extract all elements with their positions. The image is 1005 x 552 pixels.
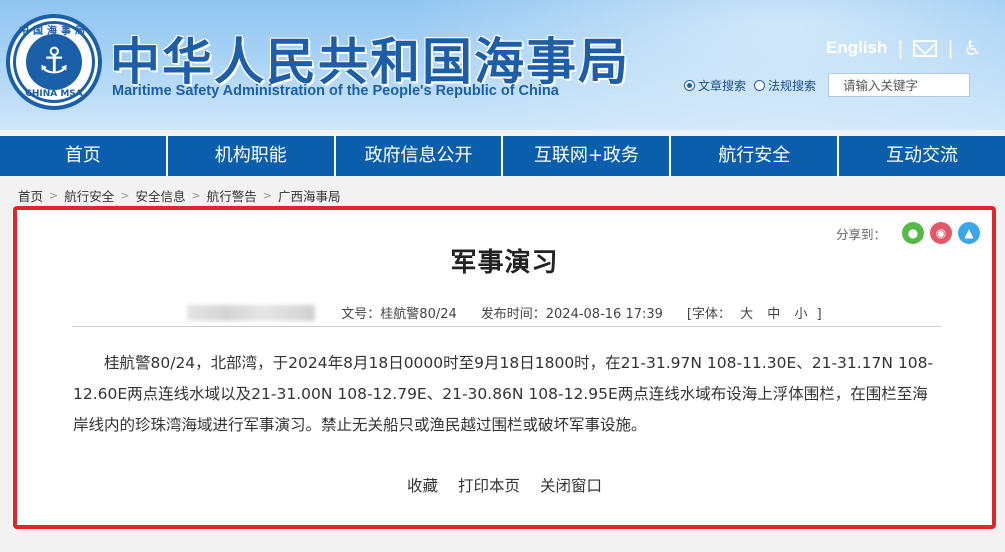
main-nav: 首页 机构职能 政府信息公开 互联网+政务 航行安全 互动交流 xyxy=(0,136,1005,176)
site-header: 中国海事局 ⚓ CHINA MSA 中华人民共和国海事局 Maritime Sa… xyxy=(0,0,1005,130)
article-meta: 文号：桂航警80/24 发布时间：2024-08-16 17:39 [字体： 大… xyxy=(17,303,992,322)
favorite-button[interactable]: 收藏 xyxy=(407,474,438,496)
doc-number: 文号：桂航警80/24 xyxy=(341,307,457,322)
msa-logo[interactable]: 中国海事局 ⚓ CHINA MSA xyxy=(6,14,102,110)
article-actions: 收藏 打印本页 关闭窗口 xyxy=(17,474,992,496)
font-small-button[interactable]: 小 xyxy=(794,307,807,322)
breadcrumb-item[interactable]: 航行安全 xyxy=(64,186,114,205)
logo-emblem: ⚓ xyxy=(26,34,82,90)
article-card: 分享到： ● ◉ ▲ 军事演习 文号：桂航警80/24 发布时间：2024-08… xyxy=(13,206,996,529)
font-size-control: [字体： 大 中 小 ] xyxy=(687,303,822,322)
close-window-button[interactable]: 关闭窗口 xyxy=(540,474,602,496)
font-label-open: [字体： xyxy=(686,307,731,322)
wechat-icon[interactable]: ● xyxy=(902,222,924,244)
share-label: 分享到： xyxy=(835,226,886,242)
site-subtitle: Maritime Safety Administration of the Pe… xyxy=(112,83,559,99)
mail-icon[interactable] xyxy=(913,39,938,57)
radio-selected-icon xyxy=(684,79,695,91)
search-input[interactable] xyxy=(828,73,971,97)
nav-item-gov-info[interactable]: 政府信息公开 xyxy=(336,136,504,176)
anchor-icon: ⚓ xyxy=(37,41,71,82)
breadcrumb-separator: > xyxy=(262,189,272,202)
print-button[interactable]: 打印本页 xyxy=(458,474,520,496)
logo-bottom-text: CHINA MSA xyxy=(25,89,83,99)
font-large-button[interactable]: 大 xyxy=(740,307,753,322)
weibo-icon[interactable]: ◉ xyxy=(930,222,952,244)
publish-time: 发布时间：2024-08-16 17:39 xyxy=(480,307,663,322)
breadcrumb-item[interactable]: 安全信息 xyxy=(135,186,185,205)
nav-item-functions[interactable]: 机构职能 xyxy=(168,136,336,176)
search-option-label: 法规搜索 xyxy=(768,78,817,93)
breadcrumb: 首页 > 航行安全 > 安全信息 > 航行警告 > 广西海事局 xyxy=(18,186,340,205)
breadcrumb-item[interactable]: 航行警告 xyxy=(207,186,257,205)
nav-item-interaction[interactable]: 互动交流 xyxy=(839,136,1005,176)
breadcrumb-item[interactable]: 广西海事局 xyxy=(278,186,341,205)
search-option-law[interactable]: 法规搜索 xyxy=(754,77,816,94)
english-link[interactable]: English xyxy=(826,38,887,58)
top-link-separator-2: | xyxy=(947,37,954,59)
blurred-source xyxy=(187,304,316,321)
search-option-label: 文章搜索 xyxy=(698,78,747,93)
search-area: 文章搜索 法规搜索 xyxy=(684,73,971,97)
article-body: 桂航警80/24，北部湾，于2024年8月18日0000时至9月18日1800时… xyxy=(73,354,934,434)
top-links: English | | ♿ xyxy=(826,36,982,60)
share-bar: 分享到： ● ◉ ▲ xyxy=(836,222,980,244)
article-title: 军事演习 xyxy=(450,248,559,278)
breadcrumb-item[interactable]: 首页 xyxy=(18,186,43,205)
radio-unselected-icon xyxy=(754,79,766,91)
qzone-icon[interactable]: ▲ xyxy=(958,222,980,244)
breadcrumb-separator: > xyxy=(49,189,59,202)
font-medium-button[interactable]: 中 xyxy=(767,307,780,322)
nav-item-internet-gov[interactable]: 互联网+政务 xyxy=(503,136,672,176)
accessibility-icon[interactable]: ♿ xyxy=(964,38,982,58)
meta-divider xyxy=(72,326,941,327)
font-label-close: ] xyxy=(816,307,822,322)
breadcrumb-separator: > xyxy=(191,189,201,202)
top-link-separator: | xyxy=(897,37,904,59)
search-option-article[interactable]: 文章搜索 xyxy=(684,77,746,94)
nav-item-home[interactable]: 首页 xyxy=(0,136,168,176)
breadcrumb-separator: > xyxy=(120,189,130,202)
nav-item-navigation-safety[interactable]: 航行安全 xyxy=(671,136,840,176)
